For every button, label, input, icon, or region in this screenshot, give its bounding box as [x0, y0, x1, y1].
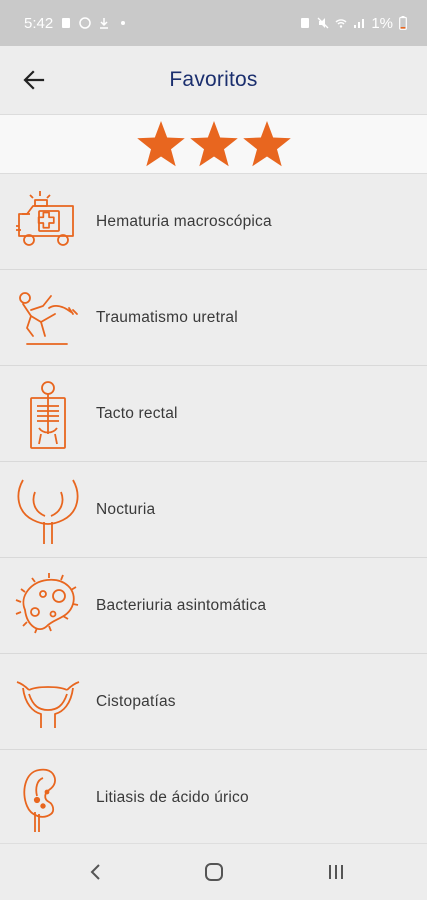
- list-item-label: Hematuria macroscópica: [96, 212, 272, 230]
- list-item[interactable]: Traumatismo uretral: [0, 270, 427, 366]
- home-square-icon: [205, 863, 223, 881]
- list-item[interactable]: Bacteriuria asintomática: [0, 558, 427, 654]
- list-item-label: Cistopatías: [96, 692, 176, 710]
- battery-percent: 1%: [371, 14, 393, 32]
- arrow-left-icon: [23, 70, 45, 90]
- nav-home-button[interactable]: [194, 856, 234, 888]
- status-time: 5:42: [24, 14, 54, 32]
- app-bar: Favoritos: [0, 46, 427, 114]
- list-item[interactable]: Tacto rectal: [0, 366, 427, 462]
- signal-icon: [354, 19, 365, 28]
- list-item[interactable]: Cistopatías: [0, 654, 427, 750]
- battery-icon: [399, 16, 407, 30]
- nfc-icon: [301, 18, 310, 28]
- mute-icon: [317, 17, 329, 29]
- system-nav-bar: [0, 843, 427, 900]
- list-item-label: Bacteriuria asintomática: [96, 596, 267, 614]
- stars-row: [136, 121, 291, 167]
- star-icon: [189, 121, 238, 167]
- falling-person-icon: [19, 292, 78, 345]
- list-item-label: Traumatismo uretral: [96, 308, 238, 326]
- sim-icon: [62, 18, 71, 28]
- page-title: Favoritos: [169, 68, 258, 91]
- ambulance-icon: [16, 191, 74, 246]
- download-icon: [100, 18, 109, 29]
- favorites-list: Hematuria macroscópica Traumatismo uretr…: [0, 174, 427, 846]
- nav-recents-button[interactable]: [316, 856, 356, 888]
- chevron-left-icon: [90, 864, 100, 880]
- status-bar: 5:42 1%: [0, 0, 427, 46]
- list-item-label: Litiasis de ácido úrico: [96, 788, 249, 806]
- whatsapp-icon: [79, 17, 91, 29]
- bacteria-icon: [15, 573, 79, 634]
- bladder-icon: [16, 681, 80, 728]
- list-item[interactable]: Nocturia: [0, 462, 427, 558]
- list-item-label: Tacto rectal: [96, 404, 178, 422]
- xray-skeleton-icon: [30, 381, 66, 449]
- star-icon: [136, 121, 185, 167]
- recents-icon: [329, 865, 343, 879]
- prostate-icon: [17, 479, 79, 544]
- star-icon: [242, 121, 291, 167]
- list-item[interactable]: Litiasis de ácido úrico: [0, 750, 427, 846]
- nav-back-button[interactable]: [75, 856, 115, 888]
- list-item-label: Nocturia: [96, 500, 156, 518]
- list-item[interactable]: Hematuria macroscópica: [0, 174, 427, 270]
- wifi-icon: [335, 19, 347, 28]
- back-button[interactable]: [18, 64, 50, 96]
- kidney-stone-icon: [23, 768, 56, 832]
- notification-dot-icon: [121, 21, 126, 25]
- rating-stars: [0, 114, 427, 174]
